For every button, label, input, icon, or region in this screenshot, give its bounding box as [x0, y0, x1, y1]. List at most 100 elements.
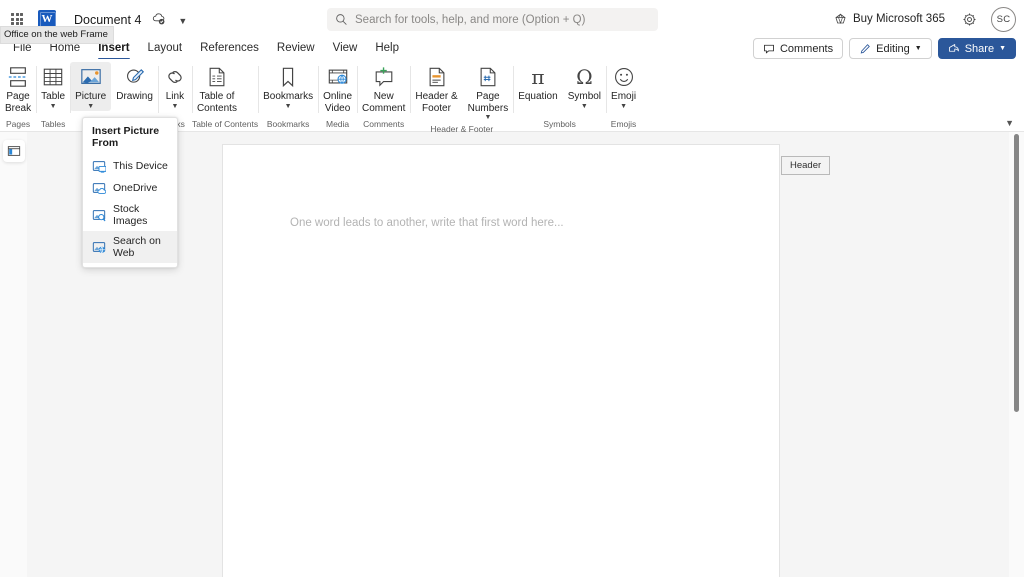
- picture-icon: [80, 64, 102, 90]
- navigation-pane-toggle[interactable]: [3, 140, 25, 162]
- emoji-button[interactable]: Emoji ▼: [606, 62, 641, 111]
- chevron-down-icon[interactable]: ▼: [484, 114, 491, 122]
- document-placeholder-text: One word leads to another, write that fi…: [290, 217, 564, 229]
- online-video-button[interactable]: Online Video: [318, 62, 357, 114]
- ribbon-button-label: Picture: [75, 91, 107, 102]
- ribbon-group-pages: Page Break Pages: [0, 59, 36, 132]
- word-online-window: W Document 4 ▼ Search for tools, help, a…: [0, 0, 1024, 577]
- title-bar: W Document 4 ▼ Search for tools, help, a…: [0, 0, 1024, 44]
- vertical-scrollbar-thumb[interactable]: [1014, 134, 1019, 412]
- ribbon-group-label: Table of Contents: [191, 119, 259, 129]
- menu-item-onedrive[interactable]: OneDrive: [83, 177, 177, 199]
- drawing-button[interactable]: Drawing: [111, 62, 158, 103]
- ribbon-button-label: Page Break: [5, 91, 32, 114]
- ribbon-group-items: Table ▼: [36, 59, 70, 117]
- search-input[interactable]: [355, 13, 650, 26]
- symbol-button[interactable]: Ω Symbol ▼: [563, 62, 606, 111]
- ribbon-group-label: Tables: [40, 119, 66, 129]
- ribbon-group-media: Online Video Media: [318, 59, 357, 132]
- table-icon: [42, 64, 64, 90]
- picture-button[interactable]: Picture ▼: [70, 62, 112, 111]
- share-button[interactable]: Share ▼: [937, 38, 1016, 59]
- ribbon-group-items: Page Break: [0, 59, 36, 117]
- avatar[interactable]: SC: [991, 6, 1016, 32]
- table-button[interactable]: Table ▼: [36, 62, 70, 111]
- link-icon: [164, 64, 186, 90]
- ribbon-group-items: New Comment: [357, 59, 410, 117]
- toc-button[interactable]: Table of Contents: [192, 62, 242, 114]
- new-comment-icon: [373, 64, 395, 90]
- chevron-down-icon[interactable]: ▼: [285, 103, 292, 111]
- tab-review[interactable]: Review: [268, 40, 324, 57]
- ribbon-button-label: Page Numbers: [467, 91, 509, 114]
- app-launcher-icon: [11, 13, 23, 25]
- symbol-icon: Ω: [576, 65, 593, 89]
- vertical-scrollbar[interactable]: [1009, 132, 1024, 577]
- navigation-pane-icon: [7, 144, 21, 158]
- ribbon-group-symbols: π Equation Ω Symbol ▼ Symbols: [513, 59, 606, 132]
- ribbon-group-label: Pages: [6, 119, 31, 129]
- menu-item-label: OneDrive: [113, 182, 158, 194]
- autosave-icon[interactable]: [152, 12, 166, 26]
- link-button[interactable]: Link ▼: [158, 62, 192, 111]
- comments-label: Comments: [779, 42, 834, 55]
- menu-item-label: Search on Web: [113, 235, 161, 259]
- page-numbers-button[interactable]: Page Numbers ▼: [463, 62, 514, 122]
- picture-search-icon: [92, 208, 106, 222]
- menu-item-label: This Device: [113, 160, 168, 172]
- header-footer-button[interactable]: Header & Footer: [410, 62, 462, 114]
- tab-layout[interactable]: Layout: [139, 40, 192, 57]
- chevron-down-icon[interactable]: ▼: [620, 103, 627, 111]
- ribbon-group-items: Online Video: [318, 59, 357, 117]
- ribbon-group-tables: Table ▼ Tables: [36, 59, 70, 132]
- menu-item-label: Stock Images: [113, 203, 148, 227]
- menu-item-this-device[interactable]: This Device: [83, 155, 177, 177]
- share-label: Share: [964, 42, 995, 55]
- chevron-down-icon[interactable]: ▼: [581, 103, 588, 111]
- ribbon-group-items: Header & Footer Page Numbers ▼: [410, 59, 513, 122]
- share-icon: [948, 43, 960, 55]
- tab-references[interactable]: References: [191, 40, 268, 57]
- emoji-icon: [613, 64, 635, 90]
- search-box[interactable]: [327, 8, 658, 31]
- chevron-down-icon[interactable]: ▼: [87, 103, 94, 111]
- menu-item-search-on-web[interactable]: Search on Web: [83, 231, 177, 263]
- header-region-tag[interactable]: Header: [781, 156, 831, 175]
- chevron-down-icon[interactable]: ▼: [178, 16, 187, 26]
- bookmark-button[interactable]: Bookmarks ▼: [258, 62, 318, 111]
- page-break-button[interactable]: Page Break: [0, 62, 36, 114]
- drawing-icon: [124, 64, 146, 90]
- editing-mode-button[interactable]: Editing ▼: [849, 38, 932, 59]
- picture-cloud-icon: [92, 181, 106, 195]
- ribbon-button-label: Bookmarks: [263, 91, 314, 102]
- chevron-down-icon[interactable]: ▼: [50, 103, 57, 111]
- ribbon-button-label: Drawing: [116, 91, 153, 102]
- ribbon-group-label: Emojis: [610, 119, 637, 129]
- document-page[interactable]: One word leads to another, write that fi…: [222, 144, 780, 577]
- chevron-down-icon[interactable]: ▼: [171, 103, 178, 111]
- ribbon-group-label: Bookmarks: [266, 119, 310, 129]
- equation-button[interactable]: π Equation: [513, 62, 562, 103]
- insert-picture-menu-heading: Insert Picture From: [92, 125, 160, 149]
- tab-view[interactable]: View: [324, 40, 367, 57]
- document-title[interactable]: Document 4 ▼: [74, 12, 187, 27]
- bookmark-icon: [277, 64, 299, 90]
- ribbon-group-label: Media: [325, 119, 350, 129]
- ribbon-group-items: Bookmarks ▼: [258, 59, 318, 117]
- tab-strip-actions: Comments Editing ▼ Share ▼: [752, 38, 1016, 59]
- ribbon-group-items: Emoji ▼: [606, 59, 641, 117]
- ribbon-group-bookmarks: Bookmarks ▼ Bookmarks: [258, 59, 318, 132]
- tab-help[interactable]: Help: [366, 40, 408, 57]
- document-title-text: Document 4: [74, 12, 142, 27]
- comments-button[interactable]: Comments: [752, 38, 844, 59]
- insert-picture-menu: Insert Picture From This Device OneDrive S…: [82, 117, 178, 268]
- settings-button[interactable]: [955, 5, 983, 33]
- buy-microsoft-365-button[interactable]: Buy Microsoft 365: [826, 9, 953, 30]
- new-comment-button[interactable]: New Comment: [357, 62, 410, 114]
- collapse-ribbon-button[interactable]: ▼: [1005, 118, 1014, 128]
- ribbon-group-comments: New Comment Comments: [357, 59, 410, 132]
- menu-item-stock-images[interactable]: Stock Images: [83, 199, 177, 231]
- search-icon: [335, 13, 348, 26]
- equation-icon: π: [531, 65, 545, 89]
- pencil-icon: [859, 43, 871, 55]
